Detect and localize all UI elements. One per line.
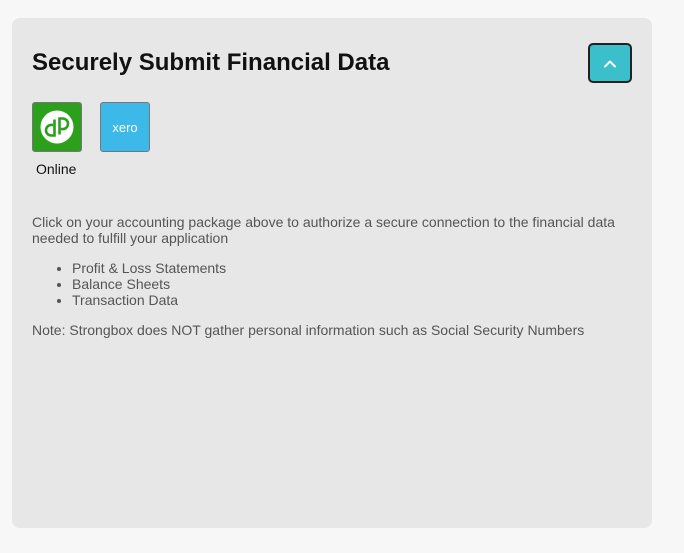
collapse-button[interactable] — [588, 43, 632, 83]
quickbooks-logo-icon[interactable] — [32, 102, 82, 152]
quickbooks-online-option[interactable]: Online — [32, 102, 82, 177]
svg-text:xero: xero — [112, 120, 137, 135]
xero-option[interactable]: xero — [100, 102, 150, 152]
quickbooks-label: Online — [36, 161, 77, 177]
instructions-text: Click on your accounting package above t… — [32, 214, 615, 246]
list-item: Profit & Loss Statements — [72, 260, 226, 276]
data-types-list: Profit & Loss Statements Balance Sheets … — [32, 260, 226, 308]
financial-data-panel: Securely Submit Financial Data Online xe… — [12, 18, 652, 528]
privacy-note: Note: Strongbox does NOT gather personal… — [32, 322, 585, 338]
xero-logo-icon[interactable]: xero — [100, 102, 150, 152]
panel-title: Securely Submit Financial Data — [32, 49, 390, 76]
list-item: Transaction Data — [72, 292, 226, 308]
chevron-up-icon — [604, 60, 616, 67]
list-item: Balance Sheets — [72, 276, 226, 292]
